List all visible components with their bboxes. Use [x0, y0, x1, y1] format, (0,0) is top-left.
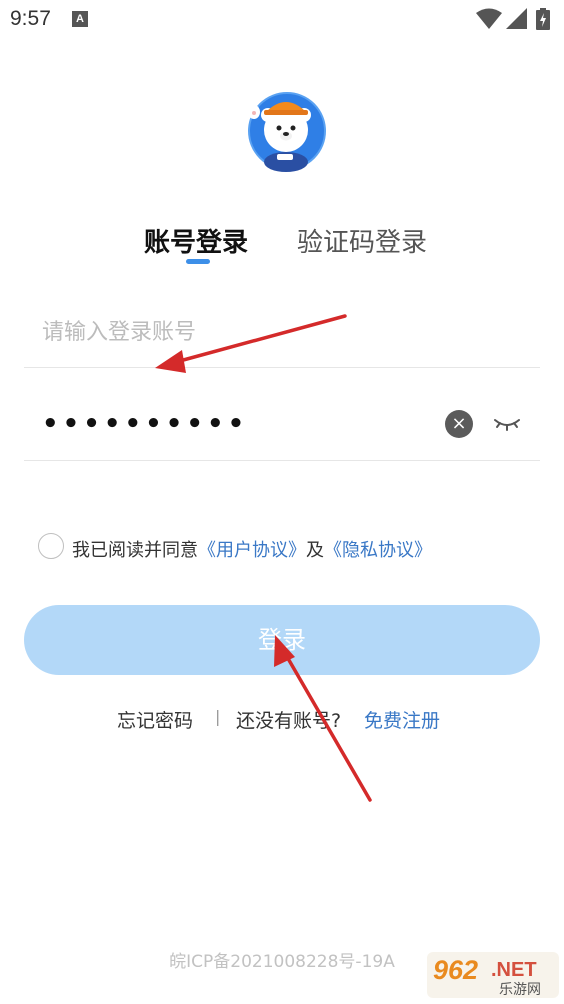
bottom-links: 忘记密码 | 还没有账号? 免费注册 [0, 706, 564, 736]
battery-icon [536, 8, 550, 30]
user-agreement-link[interactable]: 《用户协议》 [198, 540, 306, 561]
status-bar: 9:57 A [0, 0, 564, 40]
agreement-text: 我已阅读并同意《用户协议》及《隐私协议》 [72, 536, 432, 562]
account-input[interactable] [42, 314, 502, 350]
watermark-number: 962 [433, 955, 478, 985]
login-button[interactable]: 登录 [24, 605, 540, 675]
agreement-and: 及 [306, 540, 324, 561]
bear-mascot-icon [248, 92, 326, 172]
status-time: 9:57 [10, 7, 51, 30]
watermark-subtitle: 乐游网 [499, 982, 541, 998]
account-field [24, 300, 540, 368]
signal-icon [506, 8, 527, 29]
register-link[interactable]: 免费注册 [364, 706, 440, 733]
active-tab-indicator [186, 259, 210, 264]
watermark-domain: .NET [491, 959, 537, 981]
tab-account-login[interactable]: 账号登录 [144, 222, 248, 259]
clear-icon[interactable]: × [445, 410, 473, 438]
no-account-text: 还没有账号? [236, 710, 342, 732]
login-tabs: 账号登录 验证码登录 [0, 222, 564, 272]
agreement-row: 我已阅读并同意《用户协议》及《隐私协议》 [38, 533, 538, 563]
app-logo [244, 88, 326, 172]
agreement-prefix: 我已阅读并同意 [72, 540, 198, 561]
agreement-checkbox[interactable] [38, 533, 64, 559]
forgot-password-link[interactable]: 忘记密码 [117, 706, 193, 733]
notification-icon: A [72, 11, 88, 27]
system-icons [476, 8, 556, 30]
privacy-policy-link[interactable]: 《隐私协议》 [324, 540, 432, 561]
password-input[interactable]: •••••••••• [42, 409, 248, 439]
tab-code-login[interactable]: 验证码登录 [297, 222, 427, 259]
eye-closed-icon[interactable] [492, 412, 522, 434]
password-field: •••••••••• × [24, 395, 540, 461]
watermark-logo: 962 .NET 乐游网 [427, 952, 559, 998]
wifi-icon [476, 8, 502, 29]
link-separator: | [215, 707, 221, 726]
